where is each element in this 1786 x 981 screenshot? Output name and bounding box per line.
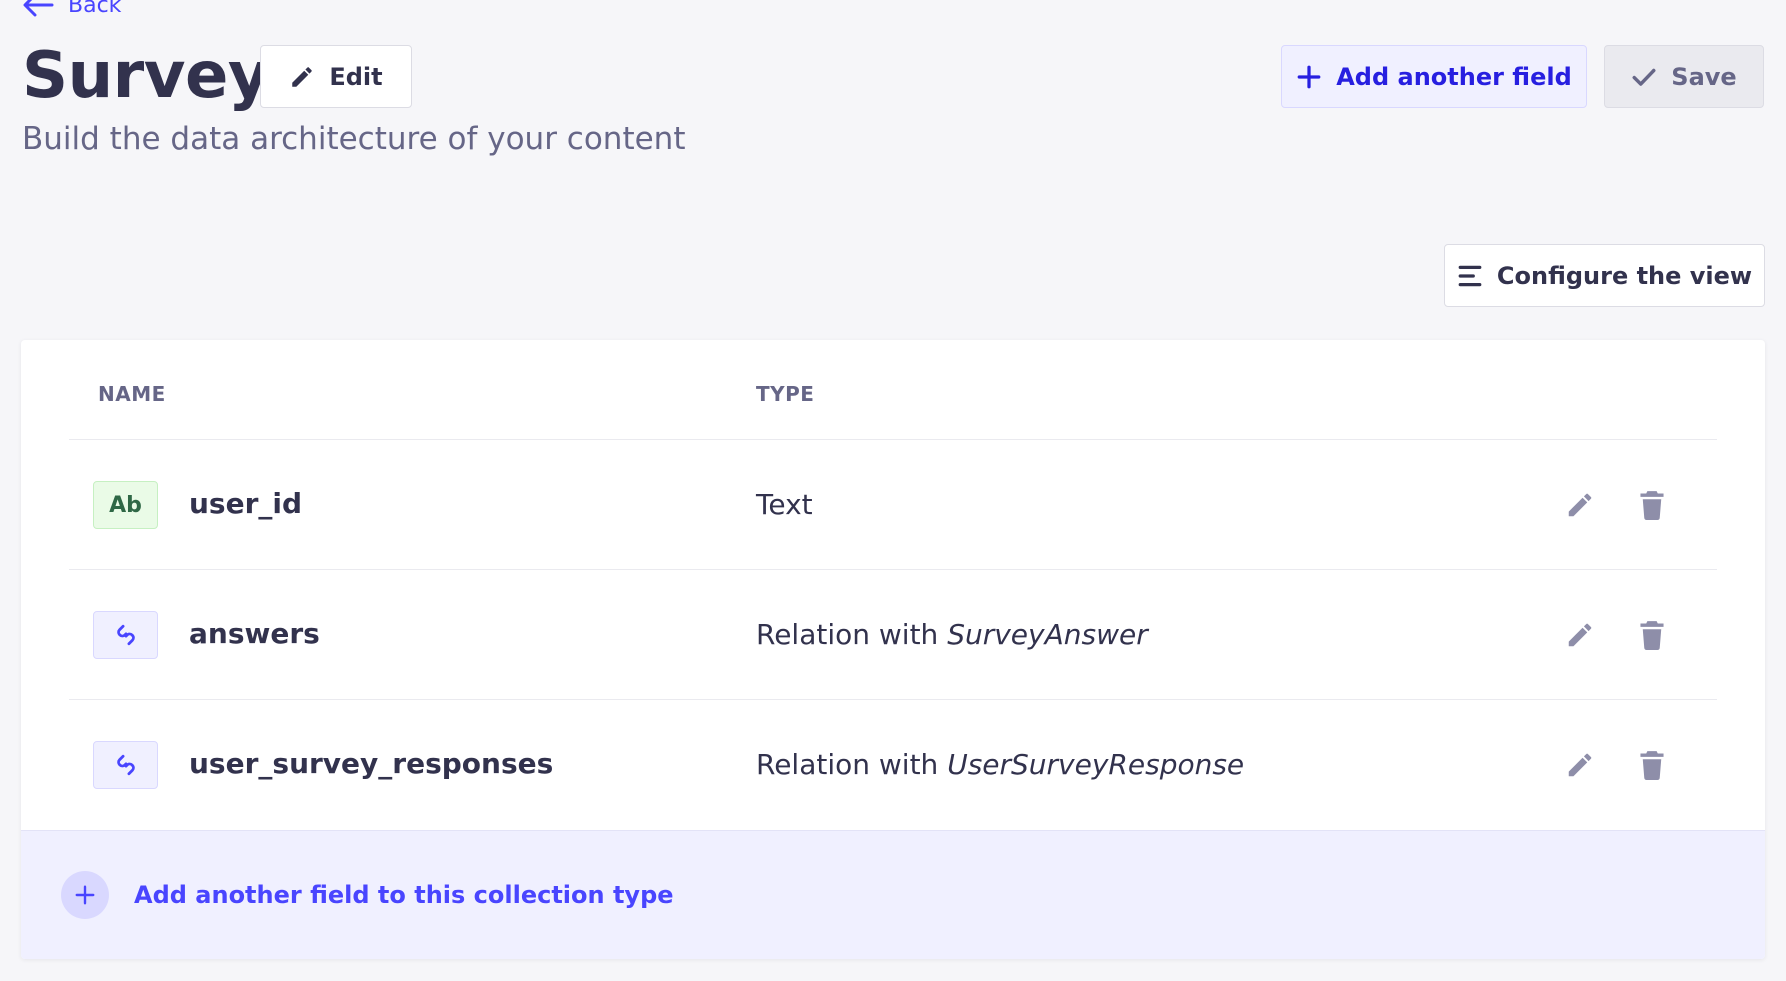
add-field-to-collection-button[interactable]: Add another field to this collection typ… (21, 830, 1765, 959)
layout-icon (1458, 265, 1482, 286)
pencil-icon (1568, 493, 1592, 517)
edit-field-button[interactable] (1563, 748, 1597, 782)
edit-field-button[interactable] (1563, 488, 1597, 522)
content-type-builder-page: Back Survey Edit Add another field Save … (0, 0, 1786, 981)
field-name: user_id (189, 487, 303, 520)
field-type: Relation with UserSurveyResponse (756, 748, 1244, 781)
relation-icon (93, 611, 158, 659)
table-row[interactable]: answers Relation with SurveyAnswer (69, 570, 1717, 700)
field-name: user_survey_responses (189, 747, 554, 780)
add-field-label: Add another field (1336, 62, 1572, 91)
check-icon (1632, 68, 1656, 86)
field-type-prefix: Relation with (756, 748, 948, 781)
trash-icon (1640, 491, 1664, 520)
save-button[interactable]: Save (1604, 45, 1764, 108)
edit-field-button[interactable] (1563, 618, 1597, 652)
back-link[interactable]: Back (22, 0, 121, 20)
edit-button[interactable]: Edit (260, 45, 412, 108)
table-row[interactable]: user_survey_responses Relation with User… (69, 700, 1717, 830)
field-type-target: UserSurveyResponse (947, 748, 1245, 781)
pencil-icon (292, 66, 313, 87)
delete-field-button[interactable] (1635, 618, 1669, 652)
pencil-icon (1568, 753, 1592, 777)
column-header-type: TYPE (756, 382, 815, 406)
fields-table: NAME TYPE Ab user_id Text answers Relati… (21, 340, 1765, 959)
relation-icon (93, 741, 158, 789)
edit-label: Edit (329, 62, 383, 91)
column-header-name: NAME (98, 382, 166, 406)
field-name: answers (189, 617, 320, 650)
arrow-left-icon (23, 0, 54, 17)
text-icon: Ab (93, 481, 158, 529)
field-type: Relation with SurveyAnswer (756, 618, 1148, 651)
save-label: Save (1671, 62, 1737, 91)
link-icon (116, 754, 135, 776)
trash-icon (1640, 751, 1664, 780)
table-row[interactable]: Ab user_id Text (69, 440, 1717, 570)
pencil-icon (1568, 623, 1592, 647)
configure-label: Configure the view (1496, 261, 1753, 290)
plus-icon (75, 885, 95, 905)
table-header: NAME TYPE (69, 340, 1717, 440)
page-subtitle: Build the data architecture of your cont… (22, 121, 686, 157)
delete-field-button[interactable] (1635, 488, 1669, 522)
page-title: Survey (22, 39, 270, 113)
field-type: Text (756, 488, 813, 521)
add-field-to-collection-label: Add another field to this collection typ… (134, 881, 674, 909)
field-type-target: SurveyAnswer (947, 618, 1148, 651)
add-another-field-button[interactable]: Add another field (1281, 45, 1587, 108)
field-type-prefix: Relation with (756, 618, 948, 651)
configure-view-button[interactable]: Configure the view (1444, 244, 1765, 307)
field-type-prefix: Text (756, 488, 813, 521)
back-label: Back (68, 0, 122, 18)
trash-icon (1640, 621, 1664, 650)
plus-icon (1297, 65, 1321, 88)
plus-circle-icon (61, 871, 109, 919)
link-icon (116, 624, 135, 646)
delete-field-button[interactable] (1635, 748, 1669, 782)
